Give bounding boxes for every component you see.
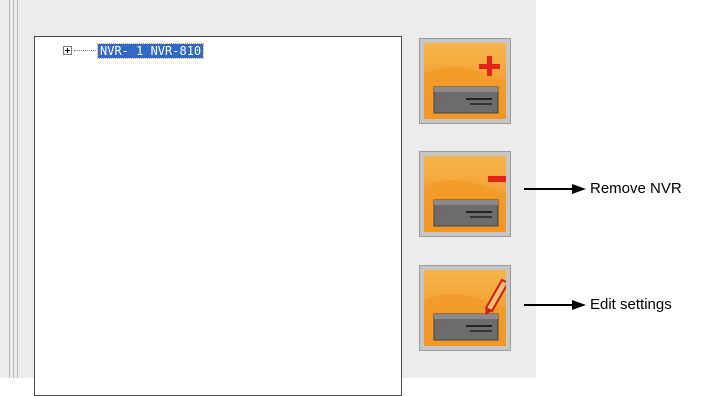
nvr-tree-view[interactable]: NVR- 1 NVR-810 [34,36,402,396]
panel-border [17,0,18,378]
edit-settings-label: Edit settings [590,296,672,313]
callout-line [524,187,572,190]
device-panel: NVR- 1 NVR-810 [0,0,536,396]
edit-nvr-icon [424,270,506,346]
remove-nvr-callout: Remove NVR [524,180,682,197]
expand-icon[interactable] [63,46,72,55]
add-nvr-icon [424,43,506,119]
tree-node-label[interactable]: NVR- 1 NVR-810 [96,42,205,59]
arrow-right-icon [572,183,586,194]
edit-nvr-button[interactable] [419,265,511,351]
tree-connector [74,49,96,52]
remove-nvr-icon [424,156,506,232]
remove-nvr-label: Remove NVR [590,180,682,197]
add-nvr-button[interactable] [419,38,511,124]
arrow-right-icon [572,299,586,310]
edit-settings-callout: Edit settings [524,296,672,313]
panel-border [9,0,10,378]
remove-nvr-button[interactable] [419,151,511,237]
panel-border [13,0,14,378]
callout-line [524,303,572,306]
tree-node-nvr-1[interactable]: NVR- 1 NVR-810 [63,42,205,59]
